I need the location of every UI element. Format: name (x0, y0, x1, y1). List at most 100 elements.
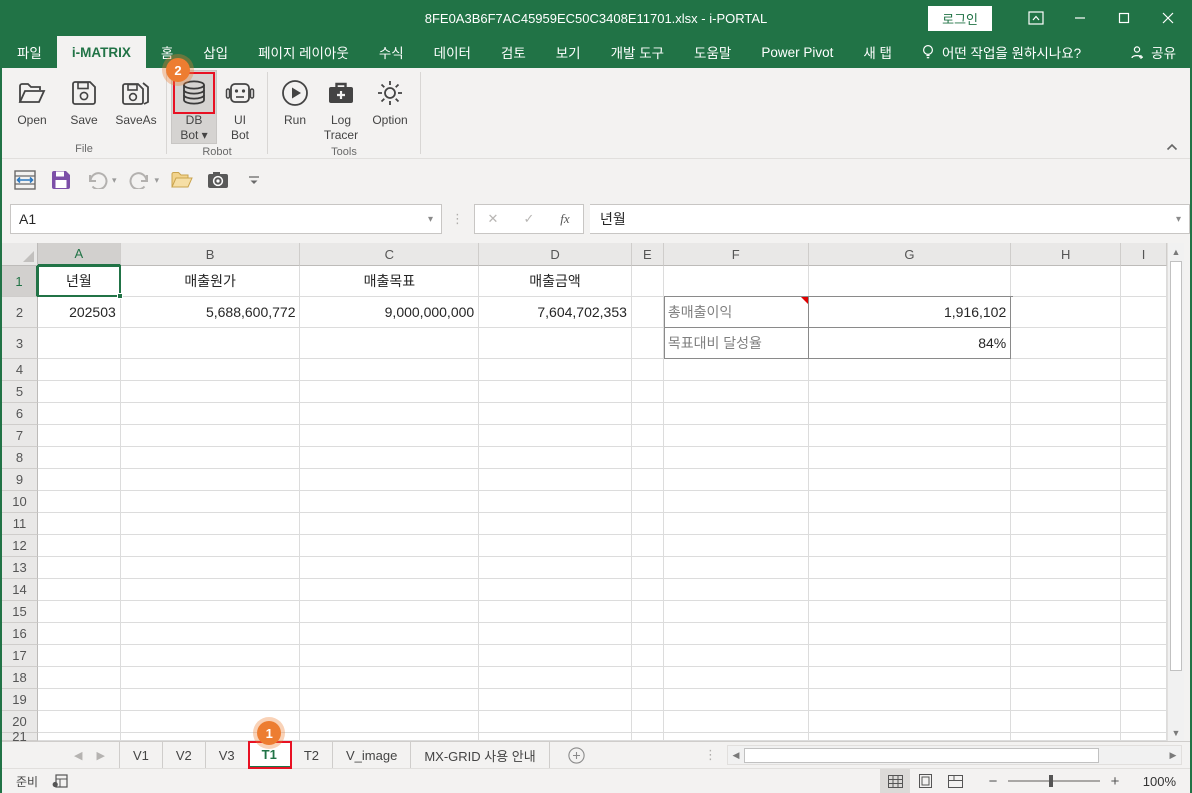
column-header-C[interactable]: C (300, 243, 479, 266)
freeze-panes-icon[interactable] (12, 167, 38, 193)
cell-G4[interactable] (809, 359, 1012, 381)
cell-A18[interactable] (38, 667, 121, 689)
cell-G11[interactable] (809, 513, 1012, 535)
cell-D11[interactable] (479, 513, 632, 535)
cell-E4[interactable] (632, 359, 664, 381)
cell-A20[interactable] (38, 711, 121, 733)
row-header-10[interactable]: 10 (2, 491, 38, 513)
cell-D16[interactable] (479, 623, 632, 645)
cell-D8[interactable] (479, 447, 632, 469)
customize-qat-icon[interactable] (241, 167, 267, 193)
row-header-19[interactable]: 19 (2, 689, 38, 711)
cell-H10[interactable] (1011, 491, 1121, 513)
row-header-4[interactable]: 4 (2, 359, 38, 381)
cell-G20[interactable] (809, 711, 1012, 733)
cell-D19[interactable] (479, 689, 632, 711)
cell-E16[interactable] (632, 623, 664, 645)
row-header-7[interactable]: 7 (2, 425, 38, 447)
cell-F21[interactable] (664, 733, 809, 741)
cell-F8[interactable] (664, 447, 809, 469)
cell-A17[interactable] (38, 645, 121, 667)
cell-E14[interactable] (632, 579, 664, 601)
cell-H9[interactable] (1011, 469, 1121, 491)
maximize-button[interactable] (1102, 3, 1146, 33)
ribbon-tab-i-matrix[interactable]: i-MATRIX (57, 36, 146, 68)
cell-C6[interactable] (300, 403, 479, 425)
cell-H5[interactable] (1011, 381, 1121, 403)
close-button[interactable] (1146, 3, 1190, 33)
cell-H8[interactable] (1011, 447, 1121, 469)
cell-C11[interactable] (300, 513, 479, 535)
cell-F13[interactable] (664, 557, 809, 579)
cell-C16[interactable] (300, 623, 479, 645)
ribbon-tab-페이지-레이아웃[interactable]: 페이지 레이아웃 (243, 36, 364, 68)
cell-C21[interactable] (300, 733, 479, 741)
ribbon-tab-보기[interactable]: 보기 (541, 36, 596, 68)
cell-I3[interactable] (1121, 328, 1167, 359)
cell-I21[interactable] (1121, 733, 1167, 741)
cell-B4[interactable] (121, 359, 301, 381)
cell-C12[interactable] (300, 535, 479, 557)
cell-H19[interactable] (1011, 689, 1121, 711)
ribbon-tab-데이터[interactable]: 데이터 (419, 36, 486, 68)
cell-A19[interactable] (38, 689, 121, 711)
zoom-out-button[interactable]: − (986, 773, 1000, 790)
ribbon-display-options-icon[interactable] (1014, 3, 1058, 33)
cell-G10[interactable] (809, 491, 1012, 513)
cell-B19[interactable] (121, 689, 301, 711)
cell-H20[interactable] (1011, 711, 1121, 733)
cell-C14[interactable] (300, 579, 479, 601)
cell-E9[interactable] (632, 469, 664, 491)
cell-I20[interactable] (1121, 711, 1167, 733)
cell-E6[interactable] (632, 403, 664, 425)
cell-D6[interactable] (479, 403, 632, 425)
cell-B10[interactable] (121, 491, 301, 513)
row-header-21[interactable]: 21 (2, 733, 38, 741)
cell-F17[interactable] (664, 645, 809, 667)
undo-icon[interactable] (84, 167, 110, 193)
cell-C3[interactable] (300, 328, 479, 359)
cell-E8[interactable] (632, 447, 664, 469)
insert-function-icon[interactable]: fx (547, 211, 583, 227)
name-box[interactable]: A1 ▾ (10, 204, 442, 234)
cell-H11[interactable] (1011, 513, 1121, 535)
cell-A16[interactable] (38, 623, 121, 645)
cell-G6[interactable] (809, 403, 1012, 425)
cell-F12[interactable] (664, 535, 809, 557)
cell-H21[interactable] (1011, 733, 1121, 741)
column-header-F[interactable]: F (664, 243, 809, 266)
cell-A15[interactable] (38, 601, 121, 623)
ribbon-tab-수식[interactable]: 수식 (364, 36, 419, 68)
page-layout-view-button[interactable] (910, 769, 940, 793)
column-header-G[interactable]: G (809, 243, 1012, 266)
cell-I6[interactable] (1121, 403, 1167, 425)
column-header-I[interactable]: I (1121, 243, 1167, 266)
cell-E12[interactable] (632, 535, 664, 557)
cell-D3[interactable] (479, 328, 632, 359)
zoom-slider[interactable] (1008, 780, 1100, 782)
ribbon-tab-개발-도구[interactable]: 개발 도구 (596, 36, 679, 68)
cell-F16[interactable] (664, 623, 809, 645)
cell-A3[interactable] (38, 328, 121, 359)
cell-A6[interactable] (38, 403, 121, 425)
cell-D20[interactable] (479, 711, 632, 733)
cell-E20[interactable] (632, 711, 664, 733)
cell-C15[interactable] (300, 601, 479, 623)
cell-F20[interactable] (664, 711, 809, 733)
normal-view-button[interactable] (880, 769, 910, 793)
ribbon-tab-새-탭[interactable]: 새 탭 (848, 36, 907, 68)
cell-D10[interactable] (479, 491, 632, 513)
cell-A5[interactable] (38, 381, 121, 403)
dropdown-caret-icon[interactable]: ▾ (155, 175, 160, 186)
cell-I15[interactable] (1121, 601, 1167, 623)
cell-E21[interactable] (632, 733, 664, 741)
cell-C10[interactable] (300, 491, 479, 513)
cell-C8[interactable] (300, 447, 479, 469)
cell-H12[interactable] (1011, 535, 1121, 557)
cell-B3[interactable] (121, 328, 301, 359)
cell-I11[interactable] (1121, 513, 1167, 535)
macro-record-icon[interactable] (52, 774, 68, 788)
cell-B18[interactable] (121, 667, 301, 689)
column-header-E[interactable]: E (632, 243, 664, 266)
cell-I19[interactable] (1121, 689, 1167, 711)
